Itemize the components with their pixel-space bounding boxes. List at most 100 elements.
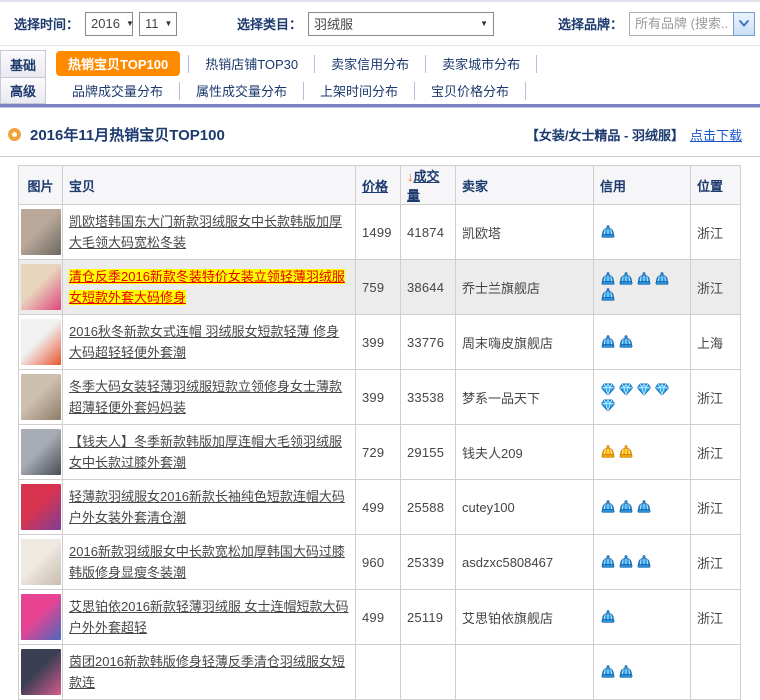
item-volume: 25339 [401, 535, 456, 590]
item-thumbnail[interactable] [21, 594, 61, 640]
credit-icons [594, 645, 691, 700]
item-title-link[interactable]: 茵团2016新款韩版修身轻薄反季清仓羽绒服女短款连 [69, 654, 345, 690]
item-price: 960 [356, 535, 401, 590]
blue-crown-icon [600, 288, 616, 303]
item-thumbnail[interactable] [21, 484, 61, 530]
table-row: 2016新款羽绒服女中长款宽松加厚韩国大码过膝韩版修身显瘦冬装潮 960 253… [19, 535, 741, 590]
section-bullet-icon [8, 128, 21, 141]
credit-icons [594, 535, 691, 590]
month-select[interactable]: 11 ▼ [139, 12, 177, 36]
gold-crown-icon [600, 445, 616, 460]
item-title-link[interactable]: 轻薄款羽绒服女2016新款长袖纯色短款连帽大码户外女装外套清仓潮 [69, 489, 345, 525]
col-header-location: 位置 [691, 166, 741, 205]
item-title-link[interactable]: 清仓反季2016新款冬装特价女装立领轻薄羽绒服女短款外套大码修身 [69, 269, 345, 305]
time-filter-label: 选择时间： [14, 14, 79, 33]
blue-crown-icon [636, 272, 652, 287]
item-price: 729 [356, 425, 401, 480]
table-row: 【钱夫人】冬季新款韩版加厚连帽大毛领羽绒服女中长款过膝外套潮 729 29155… [19, 425, 741, 480]
blue-crown-icon [600, 665, 616, 680]
col-header-price[interactable]: 价格 [356, 166, 401, 205]
item-thumbnail[interactable] [21, 649, 61, 695]
tab-separator [525, 82, 526, 100]
item-thumbnail[interactable] [21, 319, 61, 365]
chevron-down-icon: ▼ [480, 19, 488, 28]
credit-icons [594, 260, 691, 315]
tab-hot-shops-top30[interactable]: 热销店铺TOP30 [189, 54, 314, 73]
tab-attribute-volume-distribution[interactable]: 属性成交量分布 [180, 81, 303, 100]
credit-icons [594, 590, 691, 645]
item-thumbnail[interactable] [21, 209, 61, 255]
item-thumbnail[interactable] [21, 429, 61, 475]
item-thumbnail[interactable] [21, 264, 61, 310]
tab-item-price-distribution[interactable]: 宝贝价格分布 [415, 81, 525, 100]
category-select-value: 羽绒服 [314, 14, 353, 33]
item-title-link[interactable]: 2016新款羽绒服女中长款宽松加厚韩国大码过膝韩版修身显瘦冬装潮 [69, 544, 345, 580]
gold-crown-icon [618, 445, 634, 460]
item-location: 浙江 [691, 370, 741, 425]
col-header-credit: 信用 [594, 166, 691, 205]
item-location: 浙江 [691, 535, 741, 590]
filter-bar: 选择时间： 2016 ▼ 11 ▼ 选择类目： 羽绒服 ▼ 选择品牌： [0, 2, 760, 46]
item-price: 399 [356, 370, 401, 425]
price-sort-link[interactable]: 价格 [362, 179, 388, 194]
item-location: 上海 [691, 315, 741, 370]
table-row: 轻薄款羽绒服女2016新款长袖纯色短款连帽大码户外女装外套清仓潮 499 255… [19, 480, 741, 535]
tab-seller-credit-distribution[interactable]: 卖家信用分布 [315, 54, 425, 73]
item-title-link[interactable]: 凯欧塔韩国东大门新款羽绒服女中长款韩版加厚大毛领大码宽松冬装 [69, 214, 342, 250]
blue-diamond-icon [636, 382, 652, 397]
blue-crown-icon [618, 555, 634, 570]
top100-table-wrap: 图片 宝贝 价格 ↓成交量 卖家 信用 位置 凯欧塔韩国东大门新款羽绒服女中长款… [18, 165, 760, 700]
tab-brand-volume-distribution[interactable]: 品牌成交量分布 [56, 81, 179, 100]
item-title-link[interactable]: 艾思铂依2016新款轻薄羽绒服 女士连帽短款大码户外外套超轻 [69, 599, 349, 635]
blue-diamond-icon [600, 398, 616, 413]
blue-crown-icon [636, 555, 652, 570]
table-row: 2016秋冬新款女式连帽 羽绒服女短款轻薄 修身大码超轻轻便外套潮 399 33… [19, 315, 741, 370]
tab-listing-time-distribution[interactable]: 上架时间分布 [304, 81, 414, 100]
tab-separator [536, 55, 537, 73]
item-location: 浙江 [691, 590, 741, 645]
brand-filter-label: 选择品牌： [558, 14, 623, 33]
item-seller: asdzxc5808467 [456, 535, 594, 590]
col-header-image: 图片 [19, 166, 63, 205]
tab-hot-items-top100[interactable]: 热销宝贝TOP100 [56, 51, 180, 76]
blue-crown-icon [600, 610, 616, 625]
table-header-row: 图片 宝贝 价格 ↓成交量 卖家 信用 位置 [19, 166, 741, 205]
item-location: 浙江 [691, 480, 741, 535]
top100-table: 图片 宝贝 价格 ↓成交量 卖家 信用 位置 凯欧塔韩国东大门新款羽绒服女中长款… [18, 165, 741, 700]
blue-diamond-icon [618, 382, 634, 397]
credit-icons [594, 370, 691, 425]
tab-group-labels: 基础 高级 [0, 50, 46, 104]
item-seller: 周末嗨皮旗舰店 [456, 315, 594, 370]
blue-crown-icon [600, 555, 616, 570]
brand-search-input[interactable] [629, 12, 733, 36]
brand-dropdown-button[interactable] [733, 12, 755, 36]
item-seller: cutey100 [456, 480, 594, 535]
item-thumbnail[interactable] [21, 539, 61, 585]
item-price: 499 [356, 590, 401, 645]
tab-seller-city-distribution[interactable]: 卖家城市分布 [426, 54, 536, 73]
item-seller: 乔士兰旗舰店 [456, 260, 594, 315]
month-select-value: 11 [145, 16, 159, 31]
top100-table-body: 凯欧塔韩国东大门新款羽绒服女中长款韩版加厚大毛领大码宽松冬装 1499 4187… [19, 205, 741, 700]
item-thumbnail[interactable] [21, 374, 61, 420]
category-select[interactable]: 羽绒服 ▼ [308, 12, 494, 36]
section-header: 2016年11月热销宝贝TOP100 【女装/女士精品 - 羽绒服】 点击下载 [0, 113, 760, 157]
table-row: 艾思铂依2016新款轻薄羽绒服 女士连帽短款大码户外外套超轻 499 25119… [19, 590, 741, 645]
item-title-link[interactable]: 【钱夫人】冬季新款韩版加厚连帽大毛领羽绒服女中长款过膝外套潮 [69, 434, 342, 470]
year-select[interactable]: 2016 ▼ [85, 12, 133, 36]
col-header-item: 宝贝 [63, 166, 356, 205]
item-volume: 29155 [401, 425, 456, 480]
item-volume: 38644 [401, 260, 456, 315]
col-header-volume[interactable]: ↓成交量 [401, 166, 456, 205]
col-header-seller: 卖家 [456, 166, 594, 205]
item-title-link[interactable]: 冬季大码女装轻薄羽绒服短款立领修身女士薄款超薄轻便外套妈妈装 [69, 379, 342, 415]
item-seller [456, 645, 594, 700]
tabs-divider [0, 104, 760, 108]
download-link[interactable]: 点击下载 [690, 125, 742, 144]
year-select-value: 2016 [91, 16, 120, 31]
advanced-tab-row: 品牌成交量分布 属性成交量分布 上架时间分布 宝贝价格分布 [46, 77, 760, 104]
item-volume [401, 645, 456, 700]
blue-crown-icon [618, 665, 634, 680]
item-title-link[interactable]: 2016秋冬新款女式连帽 羽绒服女短款轻薄 修身大码超轻轻便外套潮 [69, 324, 339, 360]
blue-crown-icon [654, 272, 670, 287]
